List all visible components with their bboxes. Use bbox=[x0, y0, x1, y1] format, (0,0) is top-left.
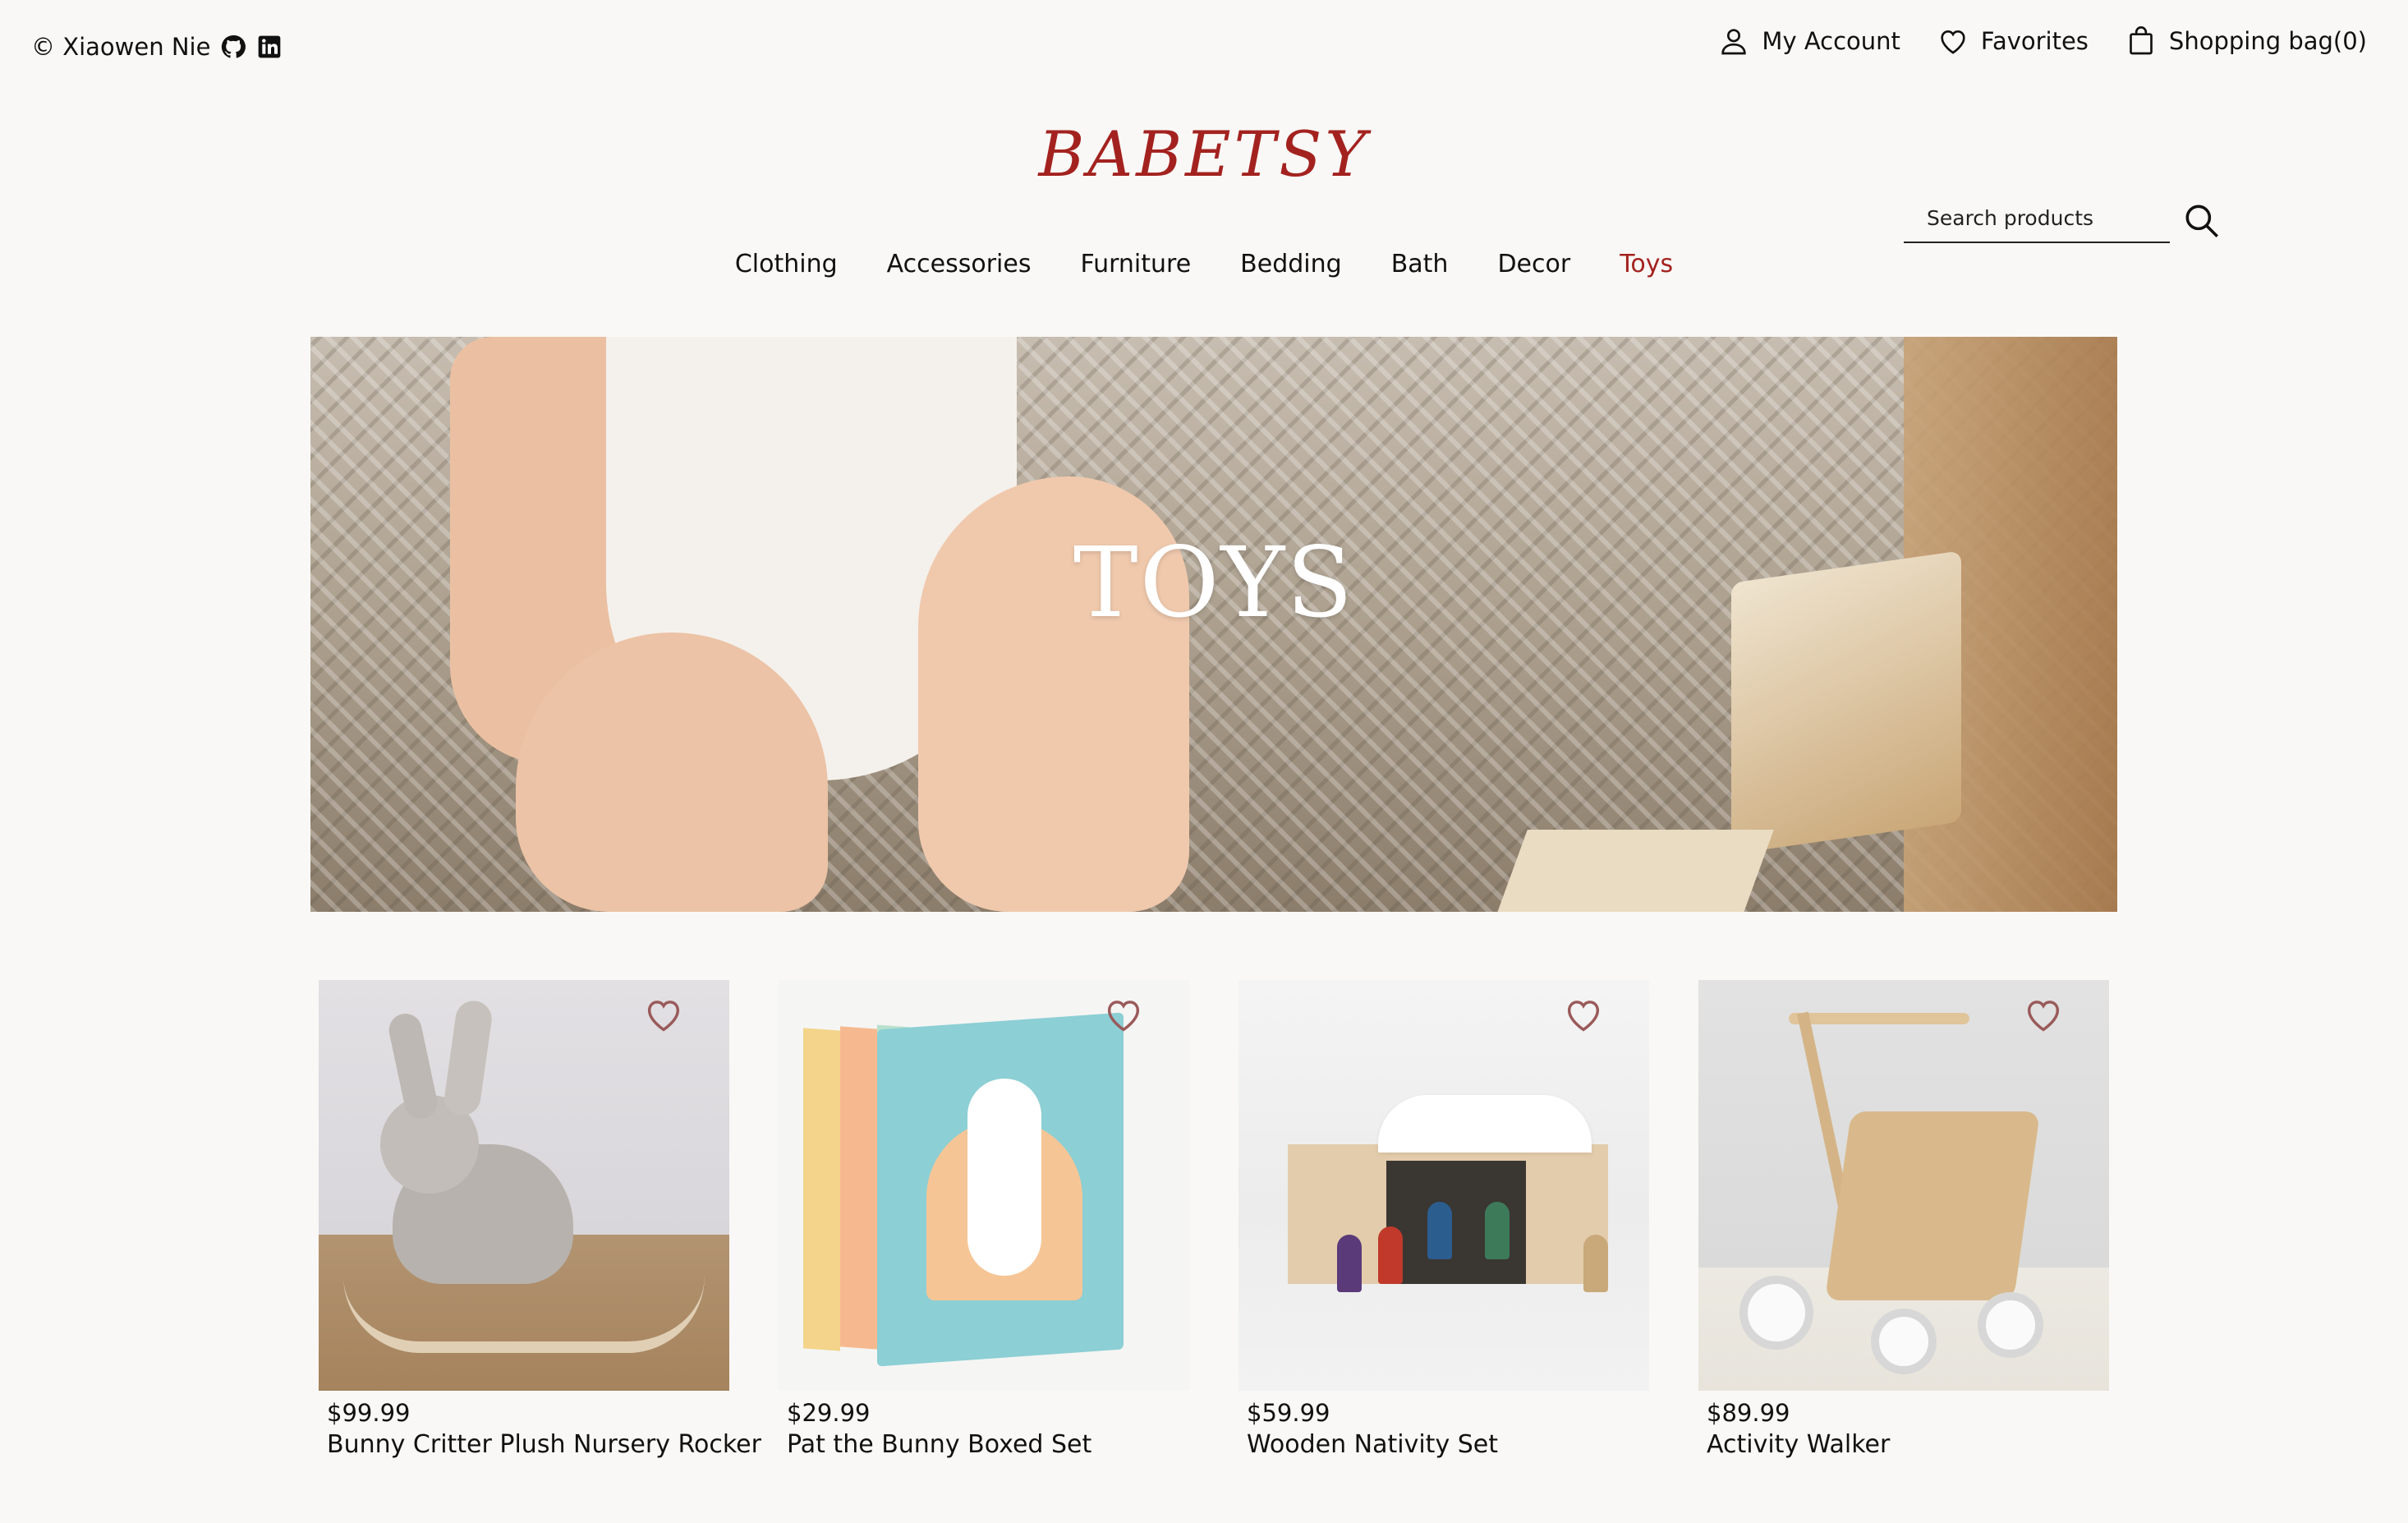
credit-text: © Xiaowen Nie bbox=[31, 33, 211, 61]
heart-icon bbox=[647, 1001, 680, 1032]
heart-icon bbox=[1567, 1001, 1600, 1032]
shopping-bag-link[interactable]: Shopping bag(0) bbox=[2125, 25, 2367, 58]
product-price: $89.99 bbox=[1707, 1399, 1790, 1427]
category-accessories[interactable]: Accessories bbox=[887, 250, 1032, 278]
hero-title: TOYS bbox=[1073, 526, 1355, 639]
shopping-bag-label: Shopping bag(0) bbox=[2168, 27, 2367, 55]
favorites-link[interactable]: Favorites bbox=[1937, 25, 2089, 58]
favorite-button[interactable] bbox=[1102, 993, 1145, 1036]
shopping-bag-icon bbox=[2125, 25, 2158, 58]
search-button[interactable] bbox=[2181, 200, 2222, 242]
category-nav: Clothing Accessories Furniture Bedding B… bbox=[0, 250, 2408, 278]
product-image[interactable] bbox=[779, 980, 1189, 1391]
product-price: $29.99 bbox=[787, 1399, 871, 1427]
product-card[interactable]: $29.99 Pat the Bunny Boxed Set bbox=[779, 980, 1189, 1459]
category-clothing[interactable]: Clothing bbox=[735, 250, 838, 278]
category-furniture[interactable]: Furniture bbox=[1080, 250, 1191, 278]
heart-icon bbox=[1107, 1001, 1140, 1032]
product-image[interactable] bbox=[319, 980, 729, 1391]
user-icon bbox=[1717, 25, 1750, 58]
account-nav: My Account Favorites Shopping bag(0) bbox=[1717, 25, 2367, 58]
hero-toy-block bbox=[1491, 830, 1774, 912]
category-toys[interactable]: Toys bbox=[1620, 250, 1673, 278]
hero-banner: TOYS bbox=[310, 337, 2117, 912]
product-name[interactable]: Activity Walker bbox=[1698, 1430, 2109, 1459]
product-card[interactable]: $99.99 Bunny Critter Plush Nursery Rocke… bbox=[319, 980, 761, 1459]
category-bath[interactable]: Bath bbox=[1391, 250, 1449, 278]
my-account-label: My Account bbox=[1762, 27, 1900, 55]
product-image[interactable] bbox=[1238, 980, 1649, 1391]
search-field bbox=[1904, 194, 2170, 243]
brand-logo[interactable]: BABETSY bbox=[0, 123, 2408, 186]
product-name[interactable]: Pat the Bunny Boxed Set bbox=[779, 1430, 1189, 1459]
product-price: $99.99 bbox=[327, 1399, 411, 1427]
favorite-button[interactable] bbox=[1562, 993, 1605, 1036]
product-price: $59.99 bbox=[1247, 1399, 1330, 1427]
github-icon[interactable] bbox=[220, 34, 246, 60]
category-decor[interactable]: Decor bbox=[1497, 250, 1570, 278]
search-input[interactable] bbox=[1904, 194, 2170, 242]
favorite-button[interactable] bbox=[2022, 993, 2065, 1036]
product-image[interactable] bbox=[1698, 980, 2109, 1391]
linkedin-icon[interactable] bbox=[256, 34, 283, 60]
heart-icon bbox=[1937, 25, 1969, 58]
copyright-credit: © Xiaowen Nie bbox=[31, 33, 283, 61]
product-card[interactable]: $89.99 Activity Walker bbox=[1698, 980, 2109, 1459]
favorites-label: Favorites bbox=[1980, 27, 2089, 55]
product-card[interactable]: $59.99 Wooden Nativity Set bbox=[1238, 980, 1649, 1459]
my-account-link[interactable]: My Account bbox=[1717, 25, 1900, 58]
product-name[interactable]: Bunny Critter Plush Nursery Rocker bbox=[319, 1430, 761, 1459]
search-icon bbox=[2181, 200, 2222, 242]
heart-icon bbox=[2027, 1001, 2060, 1032]
product-name[interactable]: Wooden Nativity Set bbox=[1238, 1430, 1649, 1459]
favorite-button[interactable] bbox=[642, 993, 685, 1036]
category-bedding[interactable]: Bedding bbox=[1240, 250, 1342, 278]
